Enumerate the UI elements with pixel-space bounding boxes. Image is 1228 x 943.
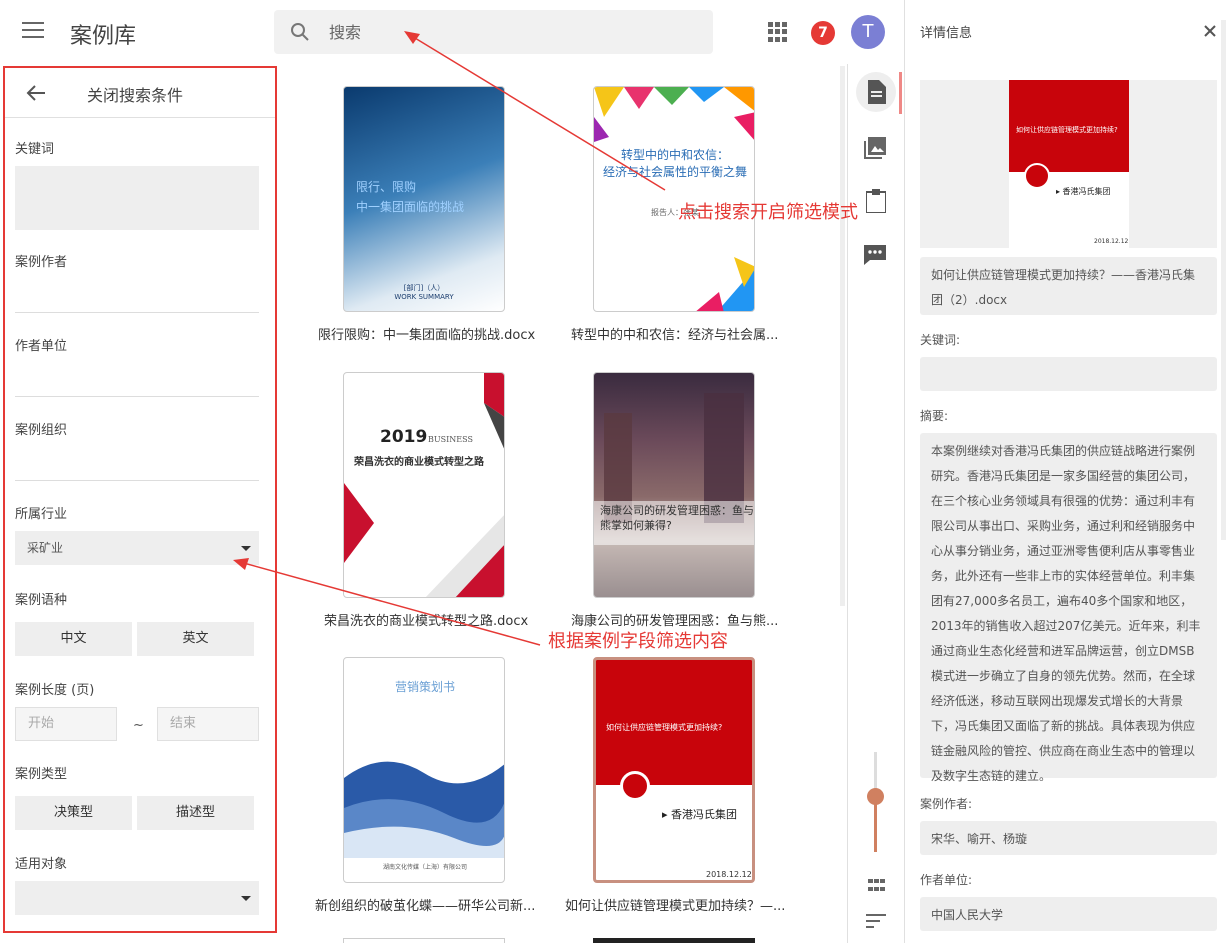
- close-icon[interactable]: [1204, 25, 1216, 37]
- industry-select[interactable]: 采矿业: [15, 531, 259, 565]
- unit-value: 中国人民大学: [920, 897, 1217, 931]
- cover-title-line: 荣昌洗衣的商业模式转型之路: [354, 457, 484, 468]
- language-label: 案例语种: [15, 593, 68, 608]
- industry-selected-value: 采矿业: [27, 541, 64, 555]
- unit-label: 作者单位:: [920, 873, 973, 887]
- organization-input[interactable]: [15, 480, 259, 481]
- document-icon[interactable]: [866, 80, 886, 104]
- zoom-slider-knob[interactable]: [867, 788, 884, 805]
- filter-hint-annotation: 根据案例字段筛选内容: [548, 631, 728, 652]
- industry-label: 所属行业: [15, 507, 68, 522]
- preview-date: 2018.12.12: [1094, 238, 1129, 245]
- abstract-text: 本案例继续对香港冯氏集团的供应链战略进行案例研究。香港冯氏集团是一家多国经营的集…: [920, 433, 1217, 783]
- case-card-partial[interactable]: [343, 938, 505, 943]
- cover-title-line: 如何让供应链管理模式更加持续?: [606, 723, 723, 732]
- type-descriptive-button[interactable]: 描述型: [137, 796, 254, 830]
- case-card-6-selected[interactable]: 如何让供应链管理模式更加持续? ▸ 香港冯氏集团 2018.12.12: [593, 657, 755, 883]
- cover-date: 2018.12.12: [706, 870, 752, 879]
- case-card-1[interactable]: 限行、限购 中一集团面临的挑战 [部门]（人） WORK SUMMARY: [343, 86, 505, 312]
- cover-title-line: 中一集团面临的挑战: [356, 200, 465, 214]
- cover-title-line: 转型中的中和农信：: [620, 148, 729, 162]
- filename-box: 如何让供应链管理模式更加持续？——香港冯氏集团（2）.docx: [920, 257, 1217, 315]
- cover-title-line: 熊掌如何兼得?: [600, 519, 672, 532]
- dropdown-caret-icon: [241, 896, 251, 901]
- case-card-title[interactable]: 限行限购：中一集团面临的挑战.docx: [318, 324, 535, 343]
- keyword-label: 关键词: [15, 142, 55, 157]
- document-logo-icon: [620, 771, 650, 801]
- cover-subtitle: WORK SUMMARY: [394, 293, 454, 301]
- details-scrollbar[interactable]: [1221, 20, 1226, 540]
- filter-panel-title[interactable]: 关闭搜索条件: [87, 82, 183, 106]
- active-tab-indicator: [899, 72, 902, 114]
- case-card-title[interactable]: 新创组织的破茧化蝶——研华公司新...: [315, 895, 535, 914]
- cover-business: BUSINESS: [428, 435, 473, 444]
- cover-shapes: [344, 373, 504, 597]
- preview-company: ▸ 香港冯氏集团: [1056, 187, 1111, 196]
- cover-subtitle: 湖南文化传媒（上海）有限公司: [382, 864, 467, 871]
- author-unit-label: 作者单位: [15, 339, 68, 354]
- case-card-partial[interactable]: [593, 938, 755, 943]
- type-decision-button[interactable]: 决策型: [15, 796, 132, 830]
- organization-label: 案例组织: [15, 423, 68, 438]
- case-card-5[interactable]: 营销策划书 湖南文化传媒（上海）有限公司: [343, 657, 505, 883]
- case-card-4[interactable]: 海康公司的研发管理困惑：鱼与 熊掌如何兼得?: [593, 372, 755, 598]
- audience-select[interactable]: [15, 881, 259, 915]
- author-unit-input[interactable]: [15, 396, 259, 397]
- search-hint-annotation: 点击搜索开启筛选模式: [678, 202, 858, 223]
- details-panel: 详情信息 如何让供应链管理模式更加持续? ▸ 香港冯氏集团 2018.12.12…: [904, 0, 1228, 943]
- search-icon: [291, 23, 309, 41]
- avatar[interactable]: T: [851, 15, 885, 49]
- preview-title: 如何让供应链管理模式更加持续?: [1016, 126, 1118, 134]
- audience-label: 适用对象: [15, 857, 68, 872]
- filter-panel: 关闭搜索条件 关键词 案例作者 作者单位 案例组织 所属行业 采矿业 案例语种 …: [3, 66, 277, 933]
- document-logo-icon: [1024, 163, 1050, 189]
- preview-image: 如何让供应链管理模式更加持续? ▸ 香港冯氏集团 2018.12.12: [920, 80, 1217, 248]
- details-title: 详情信息: [920, 26, 973, 41]
- cover-title-line: 经济与社会属性的平衡之舞: [602, 165, 747, 179]
- wave-decoration: [344, 761, 504, 858]
- keyword-input[interactable]: [15, 166, 259, 230]
- case-card-title[interactable]: 转型中的中和农信：经济与社会属...: [571, 324, 778, 343]
- author-input[interactable]: [15, 312, 259, 313]
- type-label: 案例类型: [15, 767, 68, 782]
- back-arrow-icon[interactable]: [25, 82, 47, 104]
- author-value: 宋华、喻开、杨璇: [920, 821, 1217, 855]
- grid-scrollbar[interactable]: [840, 66, 845, 606]
- sort-icon[interactable]: [866, 914, 886, 928]
- search-box[interactable]: [274, 10, 713, 54]
- case-card-title[interactable]: 如何让供应链管理模式更加持续？—...: [565, 895, 785, 914]
- case-card-3[interactable]: 2019 BUSINESS 荣昌洗衣的商业模式转型之路: [343, 372, 505, 598]
- app-title: 案例库: [70, 24, 137, 49]
- dropdown-caret-icon: [241, 546, 251, 551]
- abstract-label: 摘要:: [920, 409, 949, 423]
- length-start-input[interactable]: 开始: [15, 707, 117, 741]
- cover-company: ▸ 香港冯氏集团: [662, 808, 738, 821]
- length-label: 案例长度 (页): [15, 683, 95, 698]
- cover-title-line: 海康公司的研发管理困惑：鱼与: [600, 504, 754, 517]
- cover-title-line: 营销策划书: [394, 680, 455, 694]
- image-icon[interactable]: [864, 137, 886, 159]
- search-input[interactable]: [329, 18, 699, 46]
- author-label: 案例作者:: [920, 797, 973, 811]
- clipboard-icon[interactable]: [866, 189, 886, 213]
- language-chinese-button[interactable]: 中文: [15, 622, 132, 656]
- notification-badge[interactable]: 7: [811, 21, 835, 45]
- author-label: 案例作者: [15, 255, 68, 270]
- case-card-title[interactable]: 荣昌洗衣的商业模式转型之路.docx: [324, 610, 528, 629]
- length-end-input[interactable]: 结束: [157, 707, 259, 741]
- cover-title-line: 限行、限购: [356, 180, 417, 194]
- keywords-label: 关键词:: [920, 333, 961, 347]
- top-bar: 案例库 7 T: [0, 0, 903, 64]
- cover-year: 2019: [380, 427, 428, 447]
- keywords-value: [920, 357, 1217, 391]
- comment-icon[interactable]: [864, 245, 886, 265]
- range-separator: ~: [133, 718, 144, 733]
- language-english-button[interactable]: 英文: [137, 622, 254, 656]
- cover-subtitle: [部门]（人）: [403, 284, 445, 292]
- menu-icon[interactable]: [22, 22, 44, 40]
- filter-panel-header: 关闭搜索条件: [5, 68, 275, 118]
- grid-view-icon[interactable]: [868, 879, 886, 893]
- apps-grid-icon[interactable]: [768, 22, 788, 42]
